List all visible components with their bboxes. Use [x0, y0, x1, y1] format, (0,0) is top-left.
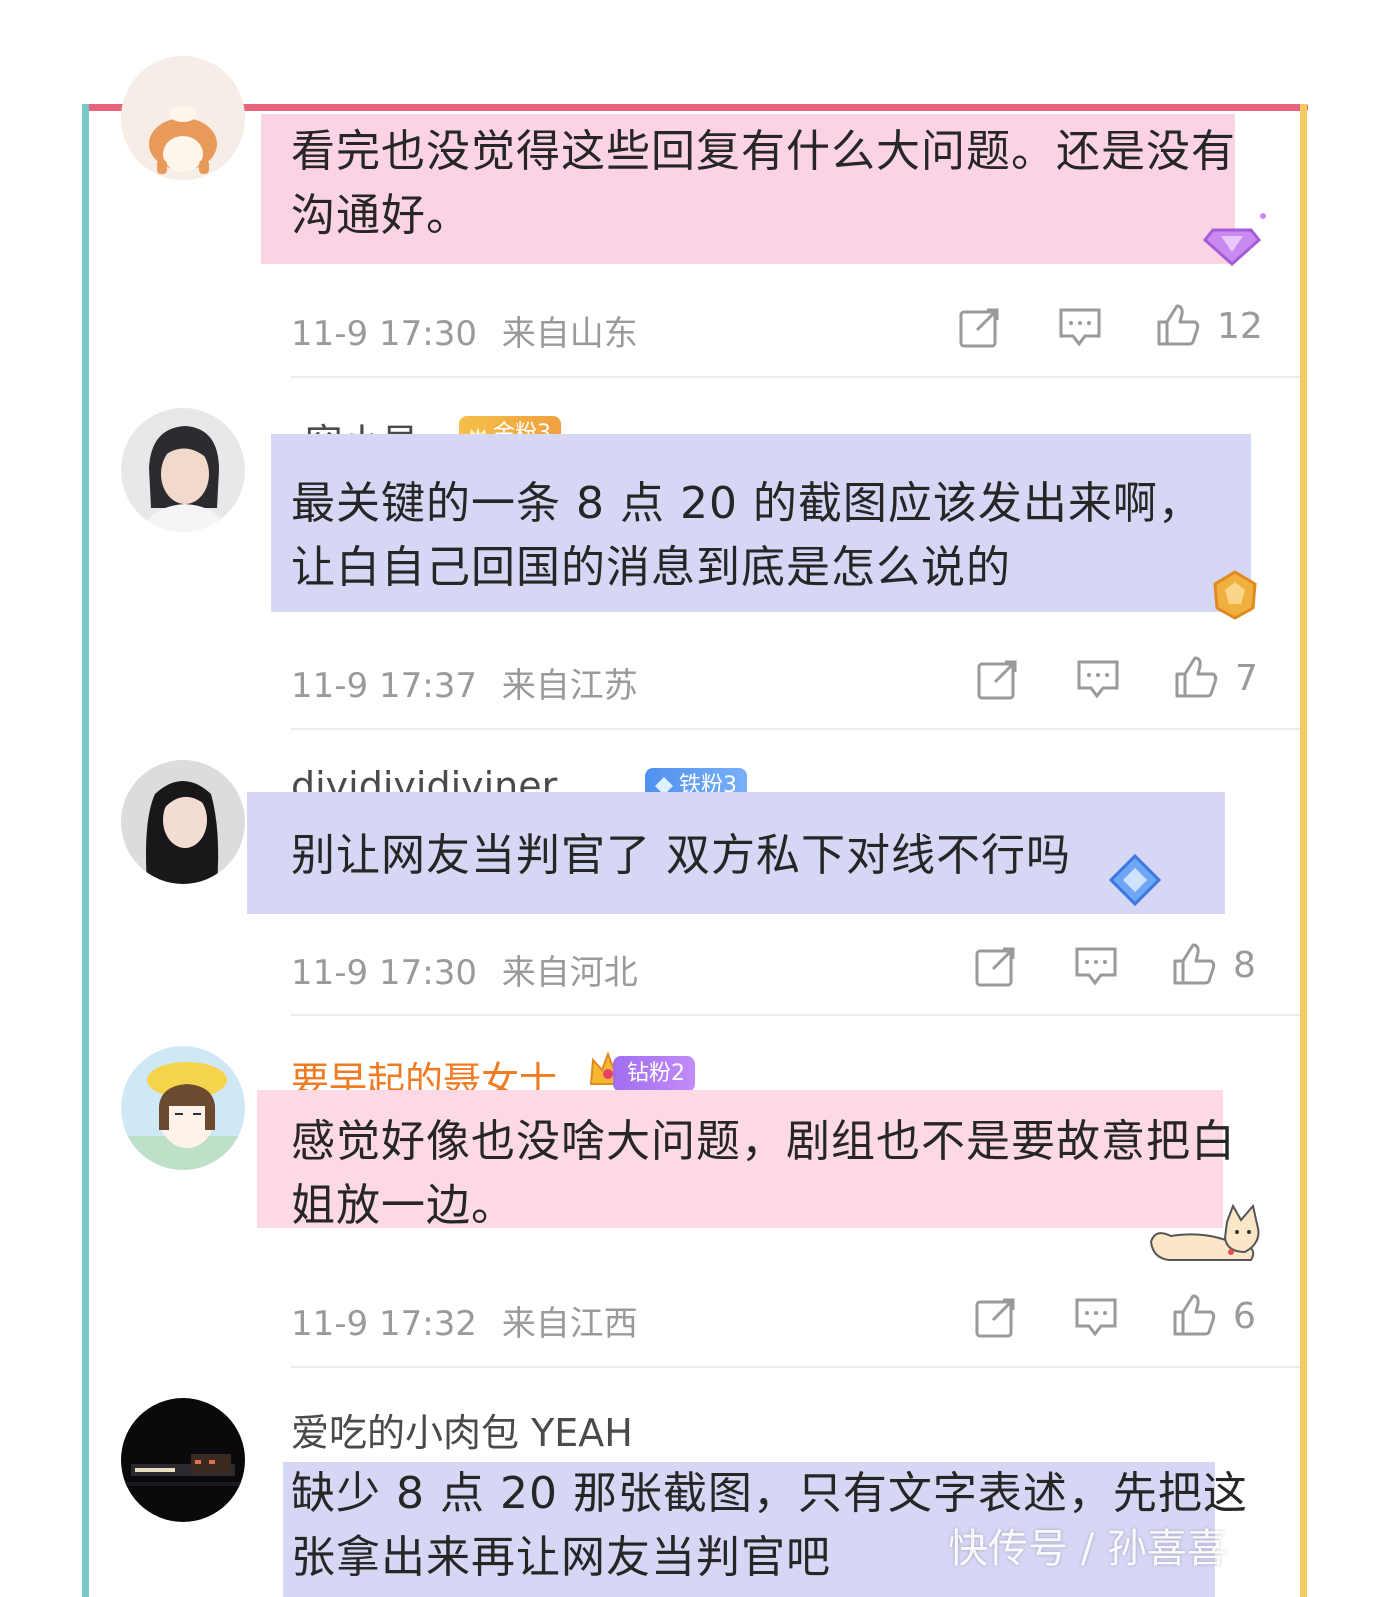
avatar[interactable] — [121, 1398, 245, 1522]
comment-text: 别让网友当判官了 双方私下对线不行吗 — [291, 830, 1071, 881]
comment-icon[interactable] — [1073, 943, 1119, 989]
like-count: 7 — [1235, 658, 1258, 699]
like-count: 6 — [1233, 1296, 1256, 1337]
comment-text: 最关键的一条 8 点 20 的截图应该发出来啊，让白自己回国的消息到底是怎么说的 — [291, 478, 1203, 593]
comment-location: 来自河北 — [501, 953, 638, 993]
repost-icon[interactable] — [973, 943, 1019, 989]
frame-top-border — [82, 104, 1308, 111]
comment-time: 11-9 17:30 — [291, 314, 477, 354]
comment-meta: 11-9 17:37 来自江苏 — [291, 658, 638, 707]
repost-icon[interactable] — [957, 304, 1003, 350]
comment-icon[interactable] — [1073, 1294, 1119, 1340]
comment-time: 11-9 17:37 — [291, 666, 477, 706]
comment-meta: 11-9 17:30 来自山东 — [291, 306, 638, 355]
thumbs-up-icon[interactable] — [1155, 302, 1201, 348]
watermark: 快传号 / 孙喜喜 — [948, 1526, 1227, 1572]
avatar[interactable] — [121, 56, 245, 180]
avatar[interactable] — [121, 408, 245, 532]
comment-location: 来自江西 — [501, 1304, 638, 1344]
repost-icon[interactable] — [975, 656, 1021, 702]
thumbs-up-icon[interactable] — [1171, 941, 1217, 987]
comment-time: 11-9 17:30 — [291, 953, 477, 993]
frame-right-border — [1300, 104, 1307, 1597]
username[interactable]: 爱吃的小肉包 YEAH — [291, 1402, 633, 1457]
comment-text: 感觉好像也没啥大问题，剧组也不是要故意把白姐放一边。 — [291, 1116, 1236, 1231]
comment-meta: 11-9 17:32 来自江西 — [291, 1296, 638, 1345]
thumbs-up-icon[interactable] — [1173, 654, 1219, 700]
comment-icon[interactable] — [1057, 304, 1103, 350]
comment-time: 11-9 17:32 — [291, 1304, 477, 1344]
comment-meta: 11-9 17:30 来自河北 — [291, 945, 638, 994]
thumbs-up-icon[interactable] — [1171, 1292, 1217, 1338]
comment-icon[interactable] — [1075, 656, 1121, 702]
avatar[interactable] — [121, 760, 245, 884]
blue-diamond-fan-icon — [1108, 853, 1162, 907]
like-count: 12 — [1217, 306, 1263, 347]
comment-text: 看完也没觉得这些回复有什么大问题。还是没有沟通好。 — [291, 126, 1236, 241]
frame-left-border — [82, 104, 89, 1597]
divider — [291, 728, 1300, 730]
fan-badge: 钻粉2 — [613, 1056, 695, 1092]
purple-diamond-fan-icon — [1202, 213, 1266, 267]
divider — [291, 376, 1300, 378]
like-count: 8 — [1233, 945, 1256, 986]
divider — [291, 1366, 1300, 1368]
comment-location: 来自山东 — [501, 314, 638, 354]
gold-gem-fan-icon — [1213, 570, 1257, 620]
repost-icon[interactable] — [973, 1294, 1019, 1340]
avatar[interactable] — [121, 1046, 245, 1170]
lying-dog-icon — [1149, 1203, 1260, 1261]
comment-location: 来自江苏 — [501, 666, 638, 706]
divider — [291, 1014, 1300, 1016]
